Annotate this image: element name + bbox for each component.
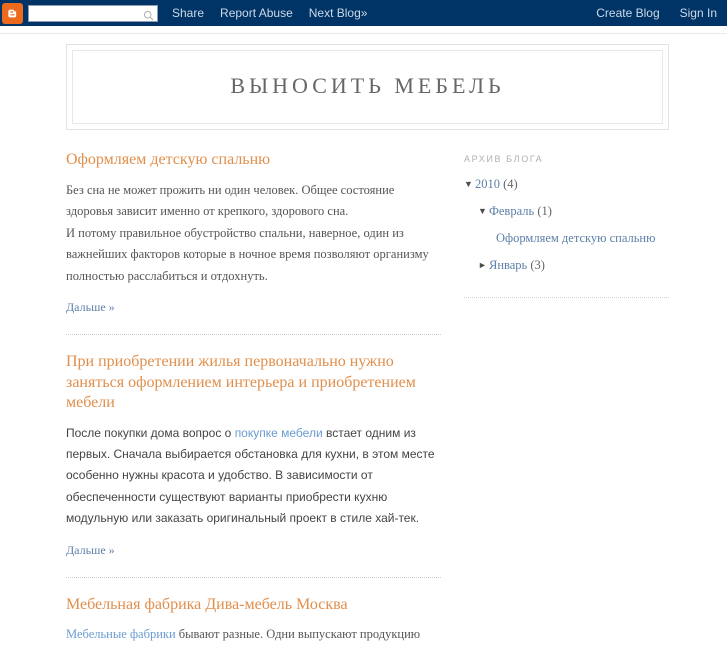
- archive-item-year[interactable]: ▼ 2010 (4): [464, 177, 669, 192]
- navbar-separator: [0, 33, 727, 34]
- post-item: При приобретении жилья первоначально нуж…: [66, 352, 441, 558]
- sidebar: АРХИВ БЛОГА ▼ 2010 (4) ▼ Февраль (1) Оформ…: [464, 150, 669, 299]
- triangle-down-icon[interactable]: ▼: [478, 206, 489, 217]
- post-body: Мебельные фабрики бывают разные. Одни вы…: [66, 624, 441, 646]
- search-box[interactable]: [28, 4, 158, 22]
- blogger-navbar: Share Report Abuse Next Blog» Create Blo…: [0, 0, 727, 26]
- post-item: Мебельная фабрика Дива-мебель Москва Меб…: [66, 595, 441, 646]
- page-wrapper: ВЫНОСИТЬ МЕБЕЛЬ Оформляем детскую спальн…: [0, 44, 727, 646]
- post-paragraph: После покупки дома вопрос о покупке мебе…: [66, 423, 441, 530]
- sidebar-heading-blog-archive: АРХИВ БЛОГА: [464, 154, 544, 165]
- archive-month-link[interactable]: Февраль: [489, 204, 534, 218]
- archive-item-month[interactable]: ► Январь (3): [464, 258, 669, 273]
- post-title-link[interactable]: Мебельная фабрика Дива-мебель Москва: [66, 596, 348, 613]
- post-item: Оформляем детскую спальню Без сна не мож…: [66, 150, 441, 316]
- navbar-spacer: [0, 26, 727, 33]
- archive-item-post[interactable]: Оформляем детскую спальню: [464, 231, 669, 246]
- post-inline-link[interactable]: Мебельные фабрики: [66, 627, 176, 641]
- post-body: После покупки дома вопрос о покупке мебе…: [66, 423, 441, 530]
- navbar-right-group: Create Blog Sign In: [576, 0, 717, 26]
- blogger-logo-icon[interactable]: [2, 2, 23, 24]
- post-title: Оформляем детскую спальню: [66, 150, 441, 170]
- archive-post-link[interactable]: Оформляем детскую спальню: [496, 231, 655, 245]
- blog-header-inner: ВЫНОСИТЬ МЕБЕЛЬ: [72, 50, 663, 125]
- post-inline-link[interactable]: покупке мебели: [235, 426, 323, 440]
- triangle-down-icon[interactable]: ▼: [464, 179, 475, 190]
- page-title: ВЫНОСИТЬ МЕБЕЛЬ: [230, 73, 505, 98]
- posts-column: Оформляем детскую спальню Без сна не мож…: [66, 150, 441, 645]
- archive-item-month[interactable]: ▼ Февраль (1): [464, 204, 669, 219]
- post-title: При приобретении жилья первоначально нуж…: [66, 352, 441, 413]
- post-divider: [66, 576, 441, 578]
- triangle-right-icon[interactable]: ►: [478, 260, 489, 271]
- nav-link-report-abuse[interactable]: Report Abuse: [220, 0, 293, 26]
- post-text-before-link: После покупки дома вопрос о: [66, 425, 235, 440]
- post-title-link[interactable]: При приобретении жилья первоначально нуж…: [66, 353, 416, 411]
- blog-header: ВЫНОСИТЬ МЕБЕЛЬ: [66, 44, 669, 131]
- post-paragraph: Без сна не может прожить ни один человек…: [66, 182, 395, 219]
- nav-link-share[interactable]: Share: [172, 0, 204, 26]
- archive-month-count: (3): [530, 258, 545, 273]
- post-body: Без сна не может прожить ни один человек…: [66, 180, 441, 288]
- post-text-after-link: встает одним из первых. Сначала выбирает…: [66, 425, 435, 526]
- post-divider: [66, 334, 441, 336]
- archive-year-link[interactable]: 2010: [475, 177, 500, 191]
- search-input[interactable]: [32, 6, 140, 20]
- nav-link-sign-in[interactable]: Sign In: [680, 0, 717, 26]
- nav-link-next-blog[interactable]: Next Blog»: [309, 0, 368, 26]
- read-more-link[interactable]: Дальше »: [66, 300, 115, 315]
- archive-month-count: (1): [537, 204, 552, 219]
- archive-month-link[interactable]: Январь: [489, 258, 527, 272]
- post-title-link[interactable]: Оформляем детскую спальню: [66, 151, 270, 168]
- search-icon: [143, 8, 154, 26]
- sidebar-divider: [464, 297, 669, 299]
- nav-link-create-blog[interactable]: Create Blog: [596, 0, 659, 26]
- post-text-after-link: бывают разные. Одни выпускают продукцию: [175, 627, 421, 642]
- post-title: Мебельная фабрика Дива-мебель Москва: [66, 595, 441, 615]
- post-paragraph: И потому правильное обустройство спальни…: [66, 225, 429, 283]
- post-paragraph: Мебельные фабрики бывают разные. Одни вы…: [66, 624, 441, 646]
- archive-year-count: (4): [503, 177, 518, 192]
- content-columns: Оформляем детскую спальню Без сна не мож…: [66, 150, 669, 645]
